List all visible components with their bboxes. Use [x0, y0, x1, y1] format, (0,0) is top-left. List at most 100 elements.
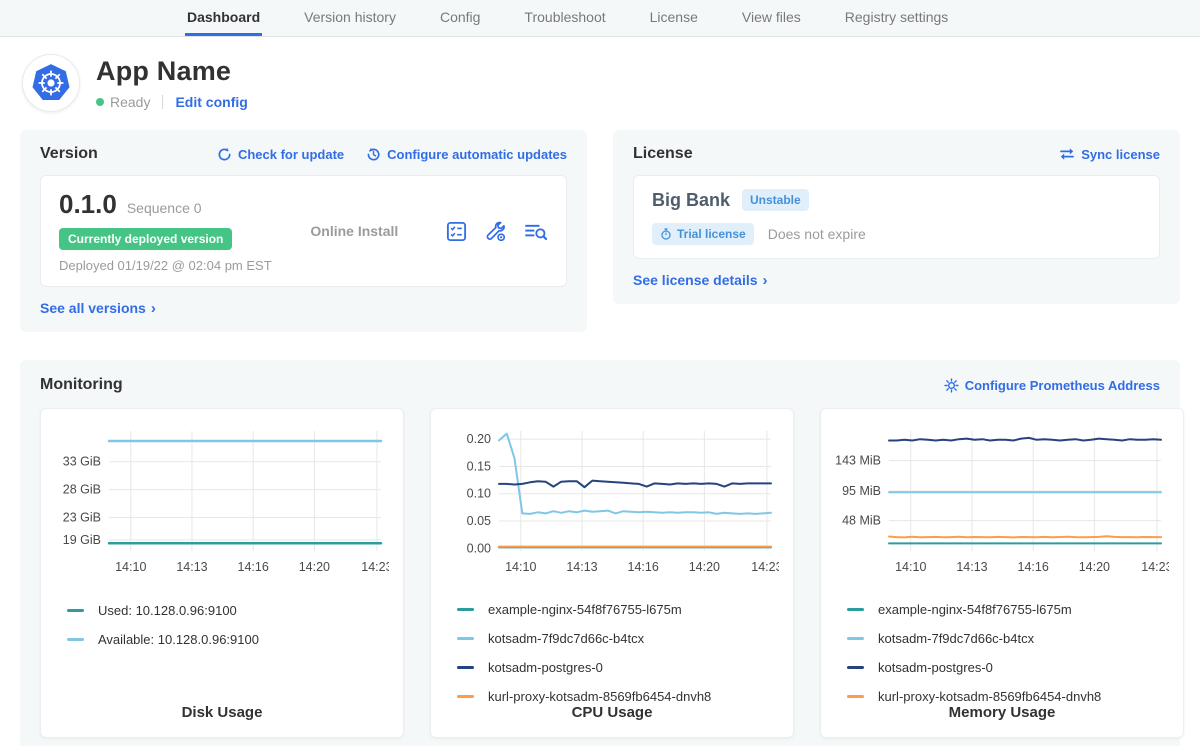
legend-label: kotsadm-7f9dc7d66c-b4tcx [488, 631, 644, 646]
current-version-panel: 0.1.0 Sequence 0 Currently deployed vers… [40, 175, 567, 287]
tab-view-files[interactable]: View files [740, 0, 803, 36]
svg-text:33 GiB: 33 GiB [63, 455, 101, 469]
legend-dash [847, 608, 864, 611]
memory-usage-panel: 14:10 14:13 14:16 14:20 14:23 48 MiB 95 MiB 143… [820, 408, 1184, 738]
cpu-usage-chart: 14:1014:1314:1614:2014:230.000.050.100.1… [445, 423, 779, 582]
preflight-checks-button[interactable] [445, 220, 468, 243]
clock-arrow-icon [366, 147, 381, 162]
svg-text:14:10: 14:10 [505, 560, 536, 574]
svg-text:14:10: 14:10 [895, 560, 926, 574]
memory-usage-chart: 14:10 14:13 14:16 14:20 14:23 48 MiB 95 MiB 143… [835, 423, 1169, 582]
license-panel: Big Bank Unstable Trial license Does not… [633, 175, 1160, 259]
tab-troubleshoot[interactable]: Troubleshoot [522, 0, 607, 36]
legend-label: kotsadm-postgres-0 [488, 660, 603, 675]
svg-text:48 MiB: 48 MiB [842, 514, 881, 528]
cpu-usage-legend: example-nginx-54f8f76755-l675m kotsadm-7f… [457, 588, 779, 704]
legend-label: kotsadm-postgres-0 [878, 660, 993, 675]
legend-item: example-nginx-54f8f76755-l675m [847, 602, 1169, 617]
app-logo [22, 54, 80, 112]
legend-label: Used: 10.128.0.96:9100 [98, 603, 237, 618]
legend-label: example-nginx-54f8f76755-l675m [488, 602, 682, 617]
trial-license-badge: Trial license [652, 223, 754, 245]
legend-item: kurl-proxy-kotsadm-8569fb6454-dnvh8 [847, 689, 1169, 704]
svg-text:14:20: 14:20 [689, 560, 720, 574]
svg-text:143 MiB: 143 MiB [835, 454, 881, 468]
deployed-timestamp: Deployed 01/19/22 @ 02:04 pm EST [59, 258, 272, 273]
version-number: 0.1.0 [59, 189, 117, 220]
app-header: App Name Ready Edit config [22, 54, 1200, 112]
svg-text:19 GiB: 19 GiB [63, 533, 101, 547]
svg-text:95 MiB: 95 MiB [842, 484, 881, 498]
svg-text:14:10: 14:10 [115, 560, 146, 574]
version-card-title: Version [40, 145, 98, 163]
license-expiry: Does not expire [768, 226, 866, 242]
legend-dash [457, 666, 474, 669]
legend-item: kotsadm-7f9dc7d66c-b4tcx [457, 631, 779, 646]
svg-text:14:23: 14:23 [751, 560, 779, 574]
svg-text:14:16: 14:16 [238, 560, 269, 574]
page-title: App Name [96, 56, 248, 87]
divider [162, 95, 163, 109]
edit-config-link[interactable]: Edit config [175, 94, 247, 110]
ready-status-dot [96, 98, 104, 106]
legend-dash [847, 666, 864, 669]
memory-usage-title: Memory Usage [835, 704, 1169, 725]
legend-item: Used: 10.128.0.96:9100 [67, 603, 389, 618]
svg-text:14:13: 14:13 [566, 560, 597, 574]
legend-label: kurl-proxy-kotsadm-8569fb6454-dnvh8 [488, 689, 711, 704]
configure-prometheus-link[interactable]: Configure Prometheus Address [944, 378, 1160, 393]
disk-usage-title: Disk Usage [55, 704, 389, 725]
license-card: License Sync license Big Bank Unstable [613, 130, 1180, 304]
tab-config[interactable]: Config [438, 0, 482, 36]
legend-item: Available: 10.128.0.96:9100 [67, 632, 389, 647]
cpu-usage-title: CPU Usage [445, 704, 779, 725]
legend-label: example-nginx-54f8f76755-l675m [878, 602, 1072, 617]
memory-usage-legend: example-nginx-54f8f76755-l675m kotsadm-7f… [847, 588, 1169, 704]
tab-registry-settings[interactable]: Registry settings [843, 0, 950, 36]
install-type: Online Install [310, 223, 398, 239]
svg-text:0.20: 0.20 [467, 432, 491, 446]
svg-text:14:16: 14:16 [1018, 560, 1049, 574]
wrench-gear-icon [484, 220, 507, 243]
legend-label: kotsadm-7f9dc7d66c-b4tcx [878, 631, 1034, 646]
legend-dash [457, 695, 474, 698]
legend-dash [457, 637, 474, 640]
svg-text:23 GiB: 23 GiB [63, 511, 101, 525]
version-sequence: Sequence 0 [127, 200, 202, 216]
monitoring-card: Monitoring Configure Prometheus Address … [20, 360, 1180, 746]
checklist-icon [445, 220, 468, 243]
tab-dashboard[interactable]: Dashboard [185, 0, 262, 36]
legend-item: kotsadm-postgres-0 [457, 660, 779, 675]
configure-automatic-updates-link[interactable]: Configure automatic updates [366, 147, 567, 162]
check-for-update-link[interactable]: Check for update [217, 147, 344, 162]
version-card: Version Check for update Configure au [20, 130, 587, 332]
legend-dash [67, 609, 84, 612]
legend-item: kotsadm-postgres-0 [847, 660, 1169, 675]
see-license-details-link[interactable]: See license details [633, 272, 768, 288]
disk-usage-chart: 14:1014:1314:1614:2014:2319 GiB23 GiB28 … [55, 423, 389, 583]
configure-prometheus-label: Configure Prometheus Address [965, 378, 1160, 393]
svg-text:14:20: 14:20 [1079, 560, 1110, 574]
legend-item: kurl-proxy-kotsadm-8569fb6454-dnvh8 [457, 689, 779, 704]
legend-label: Available: 10.128.0.96:9100 [98, 632, 259, 647]
edit-config-button[interactable] [484, 220, 507, 243]
legend-dash [67, 638, 84, 641]
svg-text:14:23: 14:23 [1141, 560, 1169, 574]
cpu-usage-panel: 14:1014:1314:1614:2014:230.000.050.100.1… [430, 408, 794, 738]
svg-text:14:13: 14:13 [956, 560, 987, 574]
svg-text:0.05: 0.05 [467, 514, 491, 528]
svg-text:0.00: 0.00 [467, 541, 491, 555]
sync-license-label: Sync license [1081, 147, 1160, 162]
sync-license-link[interactable]: Sync license [1059, 147, 1160, 162]
tab-version-history[interactable]: Version history [302, 0, 398, 36]
svg-text:14:13: 14:13 [176, 560, 207, 574]
file-search-icon [523, 220, 548, 243]
svg-text:14:16: 14:16 [628, 560, 659, 574]
legend-dash [457, 608, 474, 611]
svg-text:14:20: 14:20 [299, 560, 330, 574]
tab-license[interactable]: License [648, 0, 700, 36]
deploy-logs-button[interactable] [523, 220, 548, 243]
see-all-versions-link[interactable]: See all versions [40, 300, 156, 316]
gear-icon [944, 378, 959, 393]
legend-label: kurl-proxy-kotsadm-8569fb6454-dnvh8 [878, 689, 1101, 704]
